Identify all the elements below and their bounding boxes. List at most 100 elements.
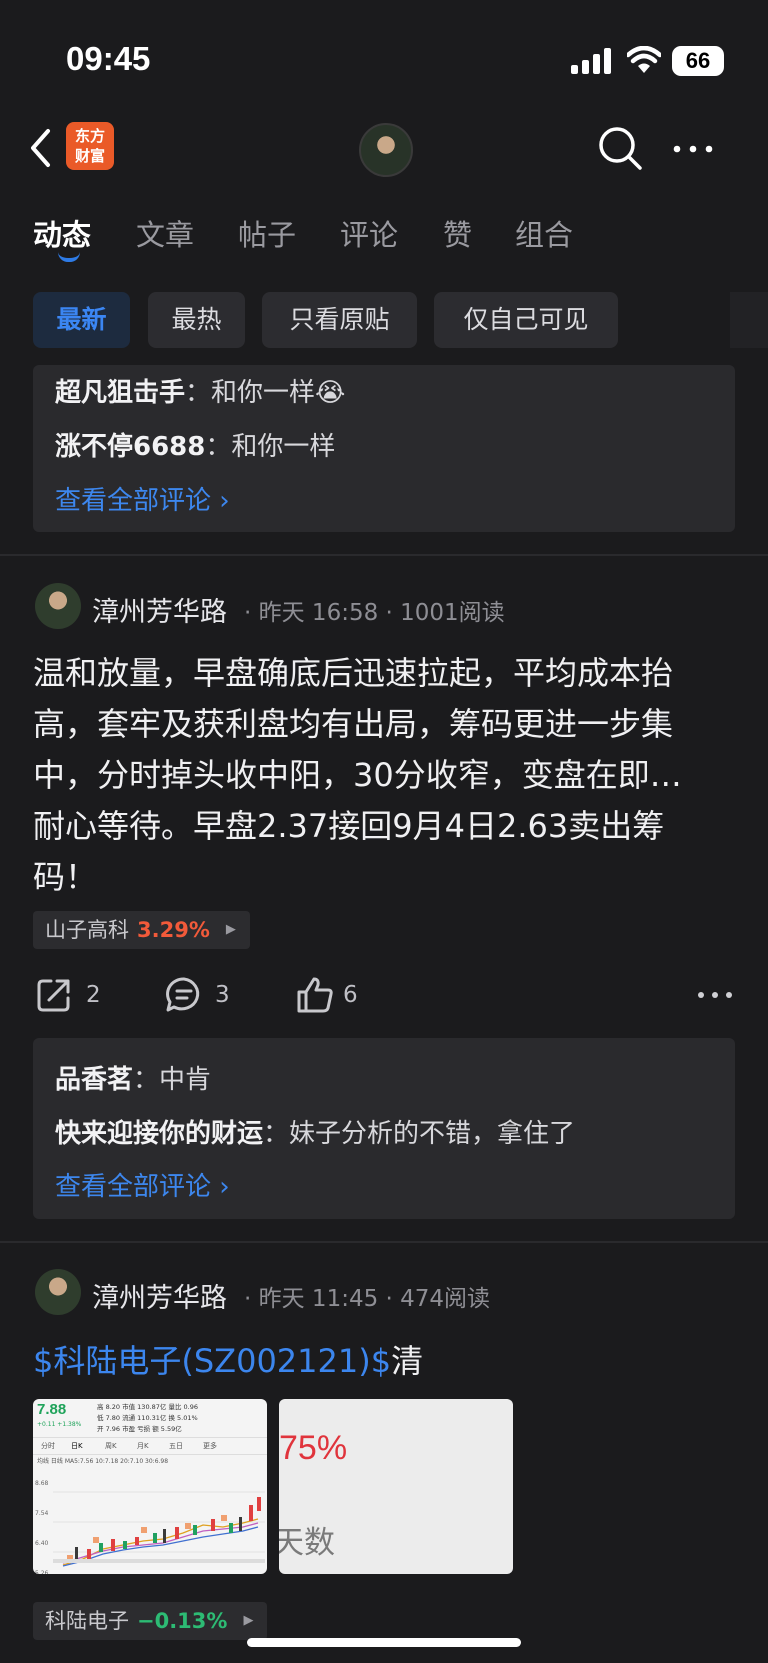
thumb-price: 7.88 — [37, 1401, 67, 1418]
thumb-tab: 更多 — [203, 1442, 217, 1450]
comment-user[interactable]: 涨不停6688 — [55, 432, 205, 462]
comment-separator: ： — [263, 1119, 290, 1149]
profile-avatar[interactable] — [359, 123, 413, 177]
tab-comments[interactable]: 评论 — [340, 212, 398, 254]
author-name[interactable]: 漳州芳华路 — [92, 1276, 227, 1315]
comment-text: 中肯 — [159, 1065, 212, 1095]
post-meta: · 昨天 11:45 · 474阅读 — [244, 1286, 491, 1312]
tab-dynamics[interactable]: 动态 — [33, 212, 91, 254]
thumb-quote-row: 高 8.20 市值 130.87亿 量比 0.96 — [97, 1403, 199, 1411]
comment-preview: 品香茗：中肯 快来迎接你的财运：妹子分析的不错，拿住了 查看全部评论 › — [33, 1038, 735, 1219]
search-icon[interactable] — [597, 125, 643, 171]
post-title[interactable]: $科陆电子(SZ002121)$清 — [33, 1336, 423, 1382]
back-icon[interactable] — [28, 128, 52, 168]
thumb-change: +0.11 +1.38% — [37, 1421, 82, 1428]
author-name[interactable]: 漳州芳华路 — [92, 590, 227, 629]
tab-articles[interactable]: 文章 — [136, 212, 194, 254]
stock-change: −0.13% — [137, 1609, 228, 1633]
post-meta: · 昨天 16:58 · 1001阅读 — [244, 600, 505, 626]
filter-scroll-edge — [730, 292, 768, 348]
tab-portfolio[interactable]: 组合 — [515, 212, 573, 254]
filter-latest[interactable]: 最新 — [33, 292, 130, 348]
post-body[interactable]: 温和放量，早盘确底后迅速拉起，平均成本抬 高，套牢及获利盘均有出局，筹码更进一步… — [33, 648, 738, 903]
share-count: 2 — [86, 982, 101, 1008]
thumb-big-text: 75% — [279, 1429, 348, 1467]
post-body-line: 码！ — [33, 858, 98, 896]
comment-user[interactable]: 快来迎接你的财运 — [55, 1119, 263, 1149]
post-title-rest: 清 — [391, 1342, 424, 1380]
logo-text-1: 东方 — [74, 127, 105, 145]
comment-separator: ： — [205, 432, 232, 462]
post-body-line: 耐心等待。早盘2.37接回9月4日2.63卖出筹 — [33, 807, 665, 845]
stock-tag[interactable]: 科陆电子 −0.13% ▶ — [33, 1602, 268, 1640]
status-time: 09:45 — [66, 40, 151, 77]
comment-icon[interactable] — [165, 976, 203, 1014]
thumb-candlestick-chart — [53, 1491, 265, 1567]
comment-item: 品香茗：中肯 — [55, 1059, 211, 1096]
battery-indicator: 66 — [672, 46, 724, 76]
thumb-y-tick: 5.26 — [35, 1570, 49, 1574]
post-body-line: 高，套牢及获利盘均有出局，筹码更进一步集 — [33, 705, 674, 743]
thumb-y-tick: 6.40 — [35, 1540, 49, 1547]
thumb-tab: 日K — [71, 1442, 83, 1450]
share-icon[interactable] — [35, 976, 73, 1014]
comment-text: 妹子分析的不错，拿住了 — [289, 1119, 576, 1149]
see-all-comments-link[interactable]: 查看全部评论 › — [55, 480, 230, 517]
thumb-quote-row: 开 7.96 市盈 亏损 额 5.59亿 — [97, 1425, 182, 1433]
eastmoney-logo[interactable]: 东方 财富 — [66, 122, 114, 170]
thumb-ma-line: 均线 日线 MA5:7.56 10:7.18 20:7.10 30:6.98 — [37, 1458, 169, 1465]
comment-user[interactable]: 品香茗 — [55, 1065, 133, 1095]
thumb-tab: 五日 — [169, 1442, 183, 1450]
thumb-quote-row: 低 7.80 流通 110.31亿 换 5.01% — [97, 1414, 198, 1422]
tab-likes[interactable]: 赞 — [443, 212, 472, 254]
filter-private[interactable]: 仅自己可见 — [434, 292, 618, 348]
like-count: 6 — [343, 982, 358, 1008]
comment-item: 超凡狙击手：和你一样😭 — [55, 372, 345, 409]
post-divider — [0, 1241, 768, 1243]
thumb-y-tick: 7.54 — [35, 1510, 49, 1517]
more-icon[interactable] — [672, 144, 714, 154]
post-body-line: 温和放量，早盘确底后迅速拉起，平均成本抬 — [33, 654, 674, 692]
author-avatar[interactable] — [35, 583, 81, 629]
post-divider — [0, 554, 768, 556]
wifi-icon — [627, 46, 661, 73]
post-body-line: 中，分时掉头收中阳，30分收窄，变盘在即… — [33, 756, 682, 794]
home-indicator[interactable] — [247, 1638, 521, 1647]
thumb-y-axis: 8.68 7.54 6.40 5.26 — [35, 1469, 48, 1574]
signal-icon — [571, 48, 611, 74]
thumb-tab: 月K — [137, 1442, 149, 1450]
thumb-quote-table: 高 8.20 市值 130.87亿 量比 0.96 低 7.80 流通 110.… — [97, 1402, 198, 1435]
stock-link[interactable]: $科陆电子(SZ002121)$ — [33, 1342, 391, 1380]
stock-change: 3.29% — [137, 918, 210, 942]
filter-hottest[interactable]: 最热 — [148, 292, 245, 348]
thumb-tab: 分时 — [41, 1442, 55, 1450]
thumb-small-text: 天数 — [279, 1525, 335, 1561]
thumb-period-tabs: 分时 日K 周K 月K 五日 更多 — [33, 1437, 267, 1455]
tab-posts[interactable]: 帖子 — [238, 212, 296, 254]
comment-separator: ： — [185, 378, 212, 408]
stock-tag[interactable]: 山子高科 3.29% ▶ — [33, 911, 250, 949]
author-avatar[interactable] — [35, 1269, 81, 1315]
comment-text: 和你一样 — [231, 432, 336, 462]
thumb-y-tick: 8.68 — [35, 1480, 49, 1487]
profile-tabs: 动态 文章 帖子 评论 赞 组合 — [0, 200, 768, 262]
comment-separator: ： — [133, 1065, 160, 1095]
image-thumbnail-chart[interactable]: 7.88 +0.11 +1.38% 高 8.20 市值 130.87亿 量比 0… — [33, 1399, 267, 1574]
comment-user[interactable]: 超凡狙击手 — [55, 378, 185, 408]
like-icon[interactable] — [295, 975, 335, 1015]
see-all-comments-link[interactable]: 查看全部评论 › — [55, 1166, 230, 1203]
stock-name: 科陆电子 — [45, 1609, 129, 1633]
status-bar: 09:45 66 — [0, 0, 768, 110]
logo-text-2: 财富 — [74, 147, 105, 165]
comment-text: 和你一样😭 — [211, 378, 346, 408]
thumb-tab: 周K — [105, 1442, 117, 1450]
comment-item: 涨不停6688：和你一样 — [55, 426, 335, 463]
post-more-icon[interactable] — [697, 990, 733, 1000]
image-thumbnail-text[interactable]: 75% 天数 — [279, 1399, 513, 1574]
stock-name: 山子高科 — [45, 918, 129, 942]
play-triangle-icon: ▶ — [225, 922, 236, 937]
comment-item: 快来迎接你的财运：妹子分析的不错，拿住了 — [55, 1113, 575, 1150]
filter-original-only[interactable]: 只看原贴 — [262, 292, 417, 348]
play-triangle-icon: ▶ — [243, 1613, 254, 1628]
comment-count: 3 — [215, 982, 230, 1008]
